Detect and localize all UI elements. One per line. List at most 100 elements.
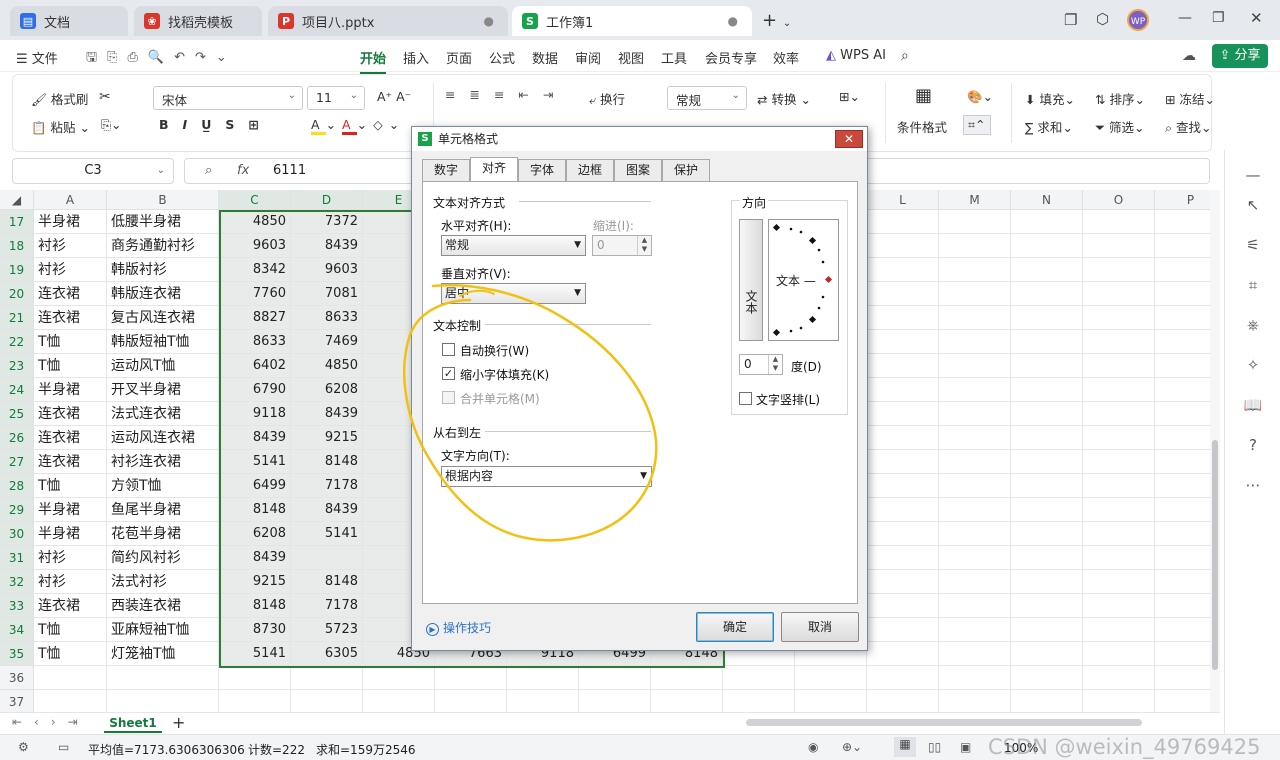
row-header[interactable]: 24 xyxy=(0,378,34,402)
cell[interactable] xyxy=(579,690,651,712)
cell[interactable] xyxy=(1011,498,1083,522)
cell[interactable]: 衬衫 xyxy=(34,570,107,594)
cell[interactable] xyxy=(939,234,1011,258)
cell[interactable]: 6305 xyxy=(291,642,363,666)
eye-icon[interactable]: ◉ xyxy=(808,740,818,754)
cell[interactable] xyxy=(939,570,1011,594)
vertical-layout-label[interactable]: 文字竖排(L) xyxy=(756,391,820,408)
cell-style-icon[interactable]: 🎨⌄ xyxy=(967,89,993,105)
merge-cells-label[interactable]: 合并单元格(M) xyxy=(460,390,540,407)
cell[interactable] xyxy=(867,306,939,330)
row-header[interactable]: 20 xyxy=(0,282,34,306)
cell[interactable]: 6402 xyxy=(219,354,291,378)
cell[interactable]: 衬衫 xyxy=(34,258,107,282)
row-header[interactable]: 19 xyxy=(0,258,34,282)
menu-data[interactable]: 数据 xyxy=(532,48,558,67)
cell[interactable] xyxy=(507,666,579,690)
cell[interactable] xyxy=(939,402,1011,426)
sort-button[interactable]: ⇅ 排序⌄ xyxy=(1095,89,1145,108)
cell[interactable]: 8633 xyxy=(219,330,291,354)
cell[interactable] xyxy=(723,690,795,712)
cell[interactable] xyxy=(219,666,291,690)
cell[interactable]: 7469 xyxy=(291,330,363,354)
tab-protection[interactable]: 保护 xyxy=(662,159,710,181)
collapse-icon[interactable]: — xyxy=(1243,166,1263,186)
tab-number[interactable]: 数字 xyxy=(422,159,470,181)
window-icon[interactable]: ❐ xyxy=(1064,11,1077,29)
cell[interactable]: 法式连衣裙 xyxy=(107,402,219,426)
cell[interactable] xyxy=(867,498,939,522)
file-menu[interactable]: ☰ 文件 xyxy=(16,48,58,67)
target-icon[interactable]: ⊕⌄ xyxy=(842,740,862,754)
cell[interactable] xyxy=(1011,690,1083,712)
cell[interactable]: 半身裙 xyxy=(34,522,107,546)
tab-pptx[interactable]: P 项目八.pptx ● xyxy=(268,6,508,36)
cell[interactable]: 韩版连衣裙 xyxy=(107,282,219,306)
cell[interactable] xyxy=(1083,642,1155,666)
cell[interactable]: 8148 xyxy=(291,570,363,594)
cell[interactable] xyxy=(867,330,939,354)
cell[interactable]: 9603 xyxy=(219,234,291,258)
align-icons[interactable]: ≡≣≡⇤⇥ xyxy=(445,87,567,102)
cell[interactable] xyxy=(651,690,723,712)
cell[interactable]: 8148 xyxy=(219,594,291,618)
cell[interactable]: 鱼尾半身裙 xyxy=(107,498,219,522)
cell[interactable]: 9118 xyxy=(219,402,291,426)
cell[interactable]: 8439 xyxy=(291,498,363,522)
row-header[interactable]: 31 xyxy=(0,546,34,570)
cell[interactable] xyxy=(939,282,1011,306)
cell[interactable]: 简约风衬衫 xyxy=(107,546,219,570)
cell[interactable]: 半身裙 xyxy=(34,210,107,234)
fill-button[interactable]: ⬇ 填充⌄ xyxy=(1025,89,1075,108)
zoom-icon[interactable]: ⌕ xyxy=(205,163,212,178)
cell[interactable]: 运动风T恤 xyxy=(107,354,219,378)
cell[interactable] xyxy=(1083,474,1155,498)
cell[interactable]: 6499 xyxy=(219,474,291,498)
cell[interactable]: 7178 xyxy=(291,594,363,618)
cell[interactable]: T恤 xyxy=(34,354,107,378)
cell[interactable]: 8439 xyxy=(291,234,363,258)
cell[interactable]: 4850 xyxy=(219,210,291,234)
cell[interactable] xyxy=(507,690,579,712)
column-header-b[interactable]: B xyxy=(107,190,219,210)
cell[interactable] xyxy=(1083,258,1155,282)
cell[interactable] xyxy=(1083,594,1155,618)
cell[interactable]: 6208 xyxy=(219,522,291,546)
cell[interactable] xyxy=(939,522,1011,546)
cell[interactable] xyxy=(107,690,219,712)
menu-tools[interactable]: 工具 xyxy=(661,48,687,67)
cell[interactable] xyxy=(363,690,435,712)
sheet-tab[interactable]: Sheet1 xyxy=(104,713,162,733)
cell[interactable] xyxy=(1083,546,1155,570)
style-icon[interactable]: ⎈ xyxy=(1243,316,1263,336)
row-header[interactable]: 23 xyxy=(0,354,34,378)
column-header-c[interactable]: C xyxy=(219,190,291,210)
cell[interactable] xyxy=(1083,378,1155,402)
menu-page[interactable]: 页面 xyxy=(446,48,472,67)
cell[interactable]: 5141 xyxy=(219,450,291,474)
add-sheet-icon[interactable]: + xyxy=(172,713,185,732)
cell[interactable] xyxy=(939,354,1011,378)
cell[interactable] xyxy=(435,690,507,712)
vertical-text-button[interactable]: 文本 xyxy=(739,219,763,341)
close-icon[interactable]: ✕ xyxy=(835,130,863,148)
cell[interactable]: 8148 xyxy=(219,498,291,522)
shrink-to-fit-label[interactable]: 缩小字体填充(K) xyxy=(460,366,549,383)
cell[interactable]: 8342 xyxy=(219,258,291,282)
vertical-layout-checkbox[interactable] xyxy=(739,392,752,405)
cell[interactable] xyxy=(867,450,939,474)
row-header[interactable]: 29 xyxy=(0,498,34,522)
cell[interactable] xyxy=(939,210,1011,234)
cell[interactable] xyxy=(1011,546,1083,570)
cell[interactable] xyxy=(939,546,1011,570)
tab-close-icon[interactable]: ● xyxy=(484,14,494,28)
quick-access-icons[interactable]: 🖫⎘⎙🔍↶↷⌄ xyxy=(86,48,237,70)
cell[interactable]: T恤 xyxy=(34,330,107,354)
cell[interactable]: T恤 xyxy=(34,474,107,498)
cell[interactable] xyxy=(867,426,939,450)
menu-formula[interactable]: 公式 xyxy=(489,48,515,67)
format-painter-button[interactable]: 🖌 格式刷 xyxy=(31,89,88,108)
cell[interactable]: 7760 xyxy=(219,282,291,306)
cell[interactable] xyxy=(579,666,651,690)
cell[interactable]: 衬衫 xyxy=(34,234,107,258)
